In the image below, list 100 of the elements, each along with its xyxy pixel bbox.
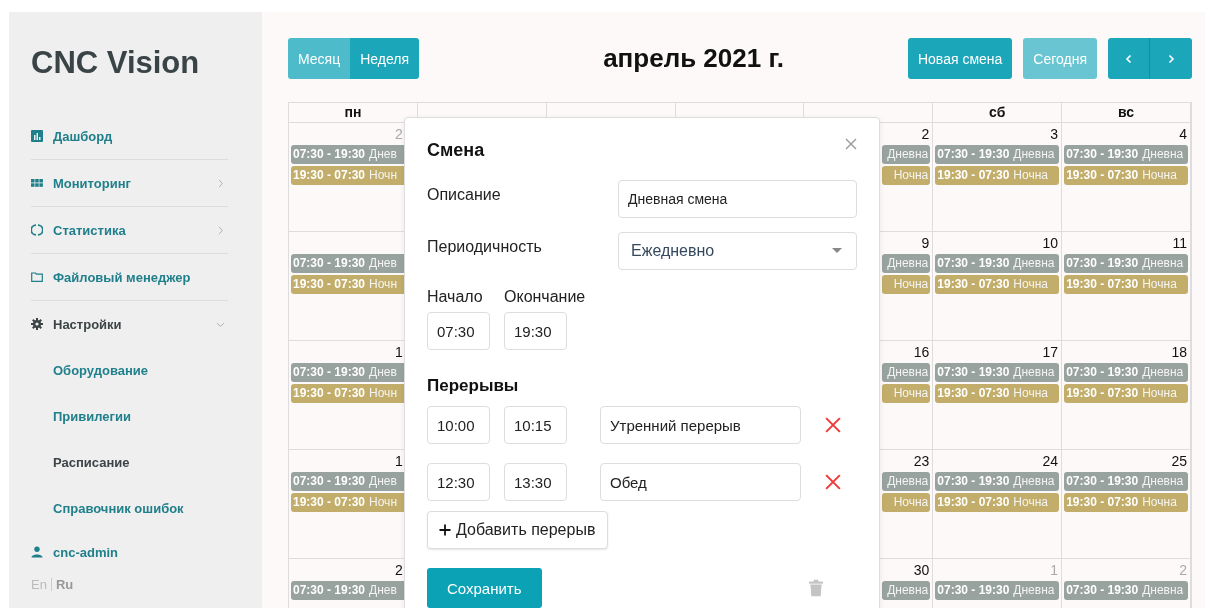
break-start-field[interactable]: 12:30 — [427, 463, 490, 501]
description-field[interactable]: Дневная смена — [618, 180, 857, 218]
shift-event[interactable]: Дневна — [882, 254, 931, 273]
save-button[interactable]: Сохранить — [427, 568, 542, 608]
nav-item[interactable]: Мониторинг — [31, 160, 228, 206]
nav-subitem[interactable]: Оборудование — [31, 347, 228, 393]
day-number: 17 — [1042, 344, 1059, 360]
day-number: 4 — [1179, 126, 1187, 142]
shift-event[interactable]: Дневна — [882, 581, 931, 600]
nav-label: Мониторинг — [53, 175, 132, 191]
shift-event[interactable]: 19:30 - 07:30 Ночна — [1064, 166, 1188, 185]
shift-event[interactable]: Ночна — [882, 384, 931, 403]
nav-item[interactable]: Настройки — [31, 301, 228, 347]
shift-event[interactable]: Дневна — [882, 145, 931, 164]
weekday-header: вс — [1062, 103, 1191, 123]
day-number: 9 — [921, 235, 930, 251]
start-time-field[interactable]: 07:30 — [427, 312, 490, 350]
toolbar-button[interactable]: Новая смена — [907, 38, 1013, 79]
shift-event[interactable]: 07:30 - 19:30 Дневна — [935, 363, 1060, 382]
remove-icon[interactable] — [825, 474, 841, 490]
trash-icon[interactable] — [809, 579, 823, 597]
day-number: 3 — [1050, 126, 1059, 142]
periodicity-dropdown[interactable]: Ежедневно — [618, 232, 857, 270]
user-name[interactable]: cnc-admin — [53, 544, 118, 560]
shift-event[interactable]: 07:30 - 19:30 Дневна — [935, 581, 1060, 600]
chart-icon — [31, 130, 43, 142]
remove-icon[interactable] — [825, 417, 841, 433]
shift-event[interactable]: 07:30 - 19:30 Дневна — [935, 145, 1060, 164]
grid-icon — [31, 177, 43, 189]
nav-subitem[interactable]: Расписание — [31, 439, 228, 485]
nav-item[interactable]: Файловый менеджер — [31, 254, 228, 300]
nav-label: Файловый менеджер — [53, 269, 192, 285]
day-number: 2 — [1179, 562, 1187, 578]
day-number: 2 — [921, 126, 930, 142]
day-number: 11 — [1172, 235, 1187, 251]
chevron-right-icon — [216, 178, 225, 188]
chevron-right-icon — [1166, 53, 1176, 64]
day-number: 2 — [395, 126, 403, 142]
day-number: 23 — [913, 453, 930, 469]
break-start-field[interactable]: 10:00 — [427, 406, 490, 444]
nav-label: Настройки — [53, 316, 123, 332]
field-label: Окончание — [504, 288, 586, 306]
nav-item[interactable]: Дашборд — [31, 113, 228, 159]
break-name-field[interactable]: Обед — [600, 463, 801, 501]
shift-event[interactable]: 19:30 - 07:30 Ночна — [1064, 493, 1188, 512]
day-number: 18 — [1171, 344, 1187, 360]
break-end-field[interactable]: 13:30 — [504, 463, 567, 501]
shift-event[interactable]: Ночна — [882, 493, 931, 512]
shift-event[interactable]: 19:30 - 07:30 Ночна — [1064, 384, 1188, 403]
view-tab[interactable]: Месяц — [288, 38, 351, 79]
shift-event[interactable]: 07:30 - 19:30 Дневна — [1064, 472, 1188, 491]
break-end-field[interactable]: 10:15 — [504, 406, 567, 444]
add-break-button[interactable]: Добавить перерыв — [427, 511, 609, 549]
day-number: 30 — [913, 562, 930, 578]
shift-event[interactable]: Ночна — [882, 275, 931, 294]
day-number: 2 — [395, 562, 403, 578]
nav-label: Статистика — [53, 222, 127, 238]
field-label: Описание — [427, 186, 501, 204]
folder-icon — [31, 271, 43, 283]
shift-event[interactable]: 07:30 - 19:30 Дневна — [935, 472, 1060, 491]
user-icon — [31, 546, 43, 558]
day-number: 1 — [1050, 562, 1059, 578]
nav-item[interactable]: Статистика — [31, 207, 228, 253]
day-number: 24 — [1042, 453, 1059, 469]
shift-event[interactable]: 07:30 - 19:30 Дневна — [1064, 363, 1188, 382]
day-number: 25 — [1171, 453, 1187, 469]
nav-label: Дашборд — [53, 128, 114, 144]
shift-event[interactable]: Дневна — [882, 472, 931, 491]
weekday-header: сб — [933, 103, 1063, 123]
field-label: Начало — [427, 288, 484, 306]
shift-event[interactable]: 19:30 - 07:30 Ночна — [935, 166, 1060, 185]
shift-event[interactable]: 19:30 - 07:30 Ночна — [935, 493, 1060, 512]
end-time-field[interactable]: 19:30 — [504, 312, 567, 350]
chevron-right-icon — [216, 225, 225, 235]
day-number: 1 — [395, 453, 403, 469]
day-number: 16 — [913, 344, 930, 360]
language-link[interactable]: Ru — [55, 577, 74, 592]
plus-icon — [439, 524, 451, 536]
shift-event[interactable]: Ночна — [882, 166, 931, 185]
app-logo: CNC Vision — [31, 45, 201, 81]
caret-icon — [832, 248, 842, 254]
field-label: Периодичность — [427, 238, 542, 256]
shift-event[interactable]: 07:30 - 19:30 Дневна — [1064, 254, 1188, 273]
shift-event[interactable]: 07:30 - 19:30 Дневна — [1064, 145, 1188, 164]
nav-subitem[interactable]: Справочник ошибок — [31, 485, 228, 531]
calendar-title: апрель 2021 г. — [603, 43, 784, 74]
day-number: 10 — [1042, 235, 1059, 251]
break-name-field[interactable]: Утренний перерыв — [600, 406, 801, 444]
nav-subitem[interactable]: Привилегии — [31, 393, 228, 439]
shift-event[interactable]: 19:30 - 07:30 Ночна — [935, 384, 1060, 403]
day-number: 1 — [395, 344, 403, 360]
chevron-left-icon — [1123, 53, 1134, 64]
close-icon[interactable] — [845, 138, 857, 150]
view-tab[interactable]: Неделя — [350, 38, 420, 79]
shift-event[interactable]: Дневна — [882, 363, 931, 382]
dialog-title: Смена — [427, 140, 485, 161]
shift-event[interactable]: 19:30 - 07:30 Ночна — [1064, 275, 1188, 294]
shift-event[interactable]: 19:30 - 07:30 Ночна — [935, 275, 1060, 294]
shift-event[interactable]: 07:30 - 19:30 Дневна — [935, 254, 1060, 273]
shift-event[interactable]: 07:30 - 19:30 Дневна — [1064, 581, 1188, 600]
